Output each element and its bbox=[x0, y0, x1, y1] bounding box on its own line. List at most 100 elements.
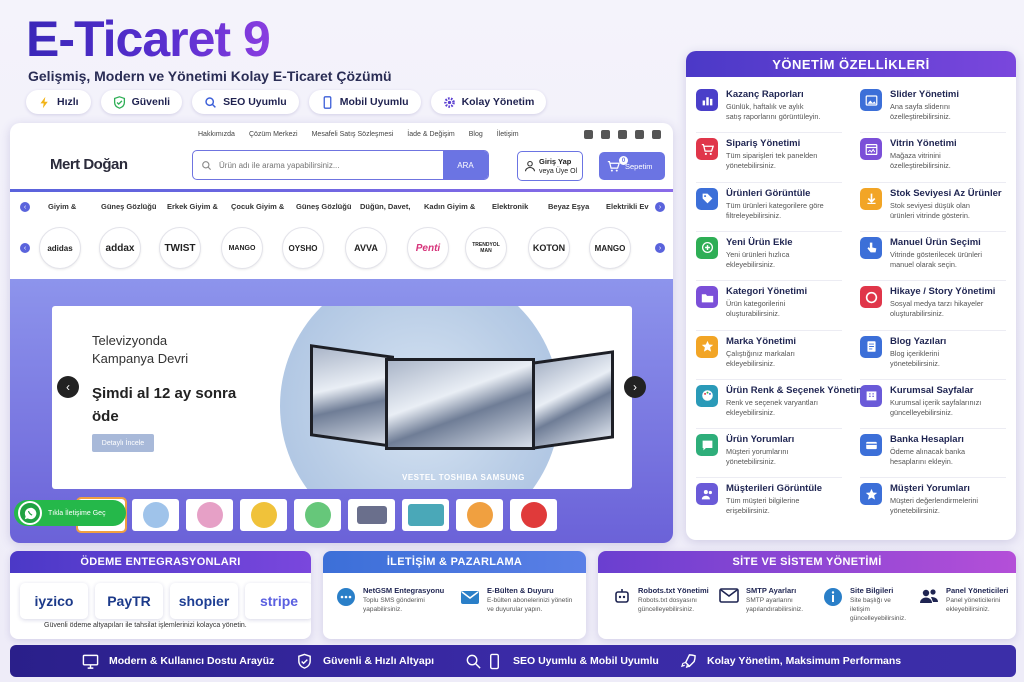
stripe-logo[interactable]: stripe bbox=[245, 583, 311, 619]
category-item[interactable]: Düğün, Davet, bbox=[360, 202, 410, 211]
slider-thumbnail[interactable] bbox=[186, 499, 233, 531]
brand-logo[interactable]: Penti bbox=[407, 227, 449, 269]
instagram-icon[interactable] bbox=[652, 130, 661, 139]
brand-name: TRENDYOL MAN bbox=[472, 242, 500, 254]
slider-thumbnail[interactable] bbox=[348, 499, 395, 531]
feature-title: Kurumsal Sayfalar bbox=[890, 384, 974, 396]
brand-next-arrow-icon[interactable]: › bbox=[655, 243, 665, 253]
brand-name: MANGO bbox=[594, 243, 626, 253]
arrow-down-icon bbox=[860, 187, 882, 210]
admin-feature-right-1: Slider Yönetimi Ana sayfa sliderını özelle… bbox=[860, 89, 1010, 122]
feature-desc: Ürün kategorilerini oluşturabilirsiniz. bbox=[726, 299, 786, 319]
site-system-management-card: SİTE VE SİSTEM YÖNETİMİ Robots.txt Yönet… bbox=[598, 551, 1016, 639]
slider-next-arrow-icon[interactable]: › bbox=[624, 376, 646, 398]
admin-feature-left-4: Yeni Ürün Ekle Yeni ürünleri hızlıca ekley… bbox=[696, 236, 846, 270]
paytr-logo[interactable]: PayTR bbox=[95, 583, 163, 619]
info-icon bbox=[824, 588, 842, 606]
brand-logo[interactable]: KOTON bbox=[528, 227, 570, 269]
search-button[interactable]: ARA bbox=[443, 151, 488, 179]
topnav-link[interactable]: Hakkımızda bbox=[198, 131, 235, 138]
payment-integrations-card: ÖDEME ENTEGRASYONLARI iyzico PayTR shopi… bbox=[10, 551, 311, 639]
slider-thumbnail[interactable] bbox=[402, 499, 449, 531]
feature-title: Robots.txt Yönetimi bbox=[638, 586, 709, 595]
site-logo[interactable]: Mert Doğan bbox=[50, 156, 128, 173]
category-item[interactable]: Elektronik bbox=[492, 202, 528, 211]
feature-title: Ürün Renk & Seçenek Yönetimi bbox=[726, 384, 868, 396]
brand-logo[interactable]: MANGO bbox=[221, 227, 263, 269]
shopier-logo[interactable]: shopier bbox=[170, 583, 238, 619]
admin-feature-right-9: Müşteri Yorumları Müşteri değerlendirmele… bbox=[860, 483, 1010, 516]
topnav-link[interactable]: Çözüm Merkezi bbox=[249, 131, 298, 138]
topnav-link[interactable]: Blog bbox=[469, 131, 483, 138]
shield-check-icon bbox=[298, 653, 311, 669]
footer-label: Modern & Kullanıcı Dostu Arayüz bbox=[109, 655, 275, 667]
topnav-link[interactable]: İade & Değişim bbox=[407, 131, 454, 138]
document-icon bbox=[860, 335, 882, 358]
slider-thumbnail[interactable] bbox=[510, 499, 557, 531]
cart-button[interactable]: 0 Sepetim bbox=[599, 152, 665, 180]
pill-label: SEO Uyumlu bbox=[223, 96, 287, 108]
slider-thumbnail[interactable] bbox=[240, 499, 287, 531]
brand-logo[interactable]: addax bbox=[99, 227, 141, 269]
footer-item-performance: Kolay Yönetim, Maksimum Performans bbox=[680, 653, 901, 670]
admin-feature-left-7: Ürün Renk & Seçenek Yönetimi Renk ve seçe… bbox=[696, 384, 867, 418]
slider-prev-arrow-icon[interactable]: ‹ bbox=[57, 376, 79, 398]
slider-thumbnail[interactable] bbox=[132, 499, 179, 531]
brand-logo[interactable]: AVVA bbox=[345, 227, 387, 269]
page-title: E-Ticaret 9 bbox=[26, 8, 271, 70]
twitter-icon[interactable] bbox=[635, 130, 644, 139]
category-next-arrow-icon[interactable]: › bbox=[655, 202, 665, 212]
category-item[interactable]: Kadın Giyim & bbox=[424, 202, 475, 211]
tv-image bbox=[310, 344, 394, 448]
brand-name: OYSHO bbox=[288, 243, 318, 253]
search-input[interactable] bbox=[219, 151, 443, 179]
communication-title: İLETİŞİM & PAZARLAMA bbox=[323, 551, 586, 573]
category-item[interactable]: Erkek Giyim & bbox=[167, 202, 218, 211]
slider-thumbnail[interactable] bbox=[294, 499, 341, 531]
search-icon bbox=[466, 654, 481, 669]
brand-logo[interactable]: adidas bbox=[39, 227, 81, 269]
pill-management: Kolay Yönetim bbox=[430, 90, 547, 114]
topnav-link[interactable]: İletişim bbox=[497, 131, 519, 138]
brand-prev-arrow-icon[interactable]: ‹ bbox=[20, 243, 30, 253]
category-item[interactable]: Elektrikli Ev bbox=[606, 202, 649, 211]
category-item[interactable]: Giyim & bbox=[48, 202, 76, 211]
feature-title: Marka Yönetimi bbox=[726, 335, 797, 347]
category-item[interactable]: Beyaz Eşya bbox=[548, 202, 589, 211]
facebook-icon[interactable] bbox=[601, 130, 610, 139]
category-item[interactable]: Güneş Gözlüğü bbox=[296, 202, 351, 211]
admin-feature-right-6: Blog Yazıları Blog içeriklerini yönetebili… bbox=[860, 335, 1010, 369]
login-button[interactable]: Giriş Yap veya Üye Ol bbox=[517, 151, 583, 181]
category-prev-arrow-icon[interactable]: ‹ bbox=[20, 202, 30, 212]
pill-mobile: Mobil Uyumlu bbox=[308, 90, 421, 114]
comment-icon bbox=[696, 434, 718, 457]
sms-chat-icon bbox=[337, 588, 355, 606]
iyzico-logo[interactable]: iyzico bbox=[20, 583, 88, 619]
folder-icon bbox=[696, 286, 718, 309]
admin-feature-right-5: Hikaye / Story Yönetimi Sosyal medya tarz… bbox=[860, 286, 1010, 319]
whatsapp-contact-button[interactable]: Tıkla İletişime Geç bbox=[14, 500, 126, 526]
brand-logo[interactable]: OYSHO bbox=[282, 227, 324, 269]
brand-logo[interactable]: TRENDYOL MAN bbox=[465, 227, 507, 269]
footer-bar: Modern & Kullanıcı Dostu Arayüz Güvenli … bbox=[10, 645, 1016, 677]
login-label: Giriş Yap bbox=[539, 156, 572, 166]
tv-brand-text: VESTEL TOSHIBA SAMSUNG bbox=[402, 473, 525, 482]
mail-icon bbox=[461, 591, 479, 604]
feature-desc: Renk ve seçenek varyantları ekleyebilirsi… bbox=[726, 397, 819, 417]
feature-desc: Müşteri değerlendirmelerini yönetebilirsi… bbox=[890, 496, 979, 516]
brand-logo[interactable]: TWIST bbox=[159, 227, 201, 269]
pill-label: Mobil Uyumlu bbox=[339, 96, 409, 108]
search-box: ARA bbox=[192, 150, 489, 180]
admin-feature-right-4: Manuel Ürün Seçimi Vitrinde gösterilecek … bbox=[860, 236, 1010, 270]
category-item[interactable]: Çocuk Giyim & bbox=[231, 202, 284, 211]
slide-detail-button[interactable]: Detaylı İncele bbox=[92, 434, 154, 452]
feature-desc: Vitrinde gösterilecek ürünleri manuel ola… bbox=[890, 249, 982, 269]
feature-divider bbox=[860, 428, 1006, 430]
brand-logo[interactable]: MANGO bbox=[589, 227, 631, 269]
feature-title: Vitrin Yönetimi bbox=[890, 138, 957, 150]
topnav-link[interactable]: Mesafeli Satış Sözleşmesi bbox=[312, 131, 394, 138]
slider-thumbnail[interactable] bbox=[456, 499, 503, 531]
whatsapp-icon[interactable] bbox=[584, 130, 593, 139]
category-item[interactable]: Güneş Gözlüğü bbox=[101, 202, 156, 211]
youtube-icon[interactable] bbox=[618, 130, 627, 139]
